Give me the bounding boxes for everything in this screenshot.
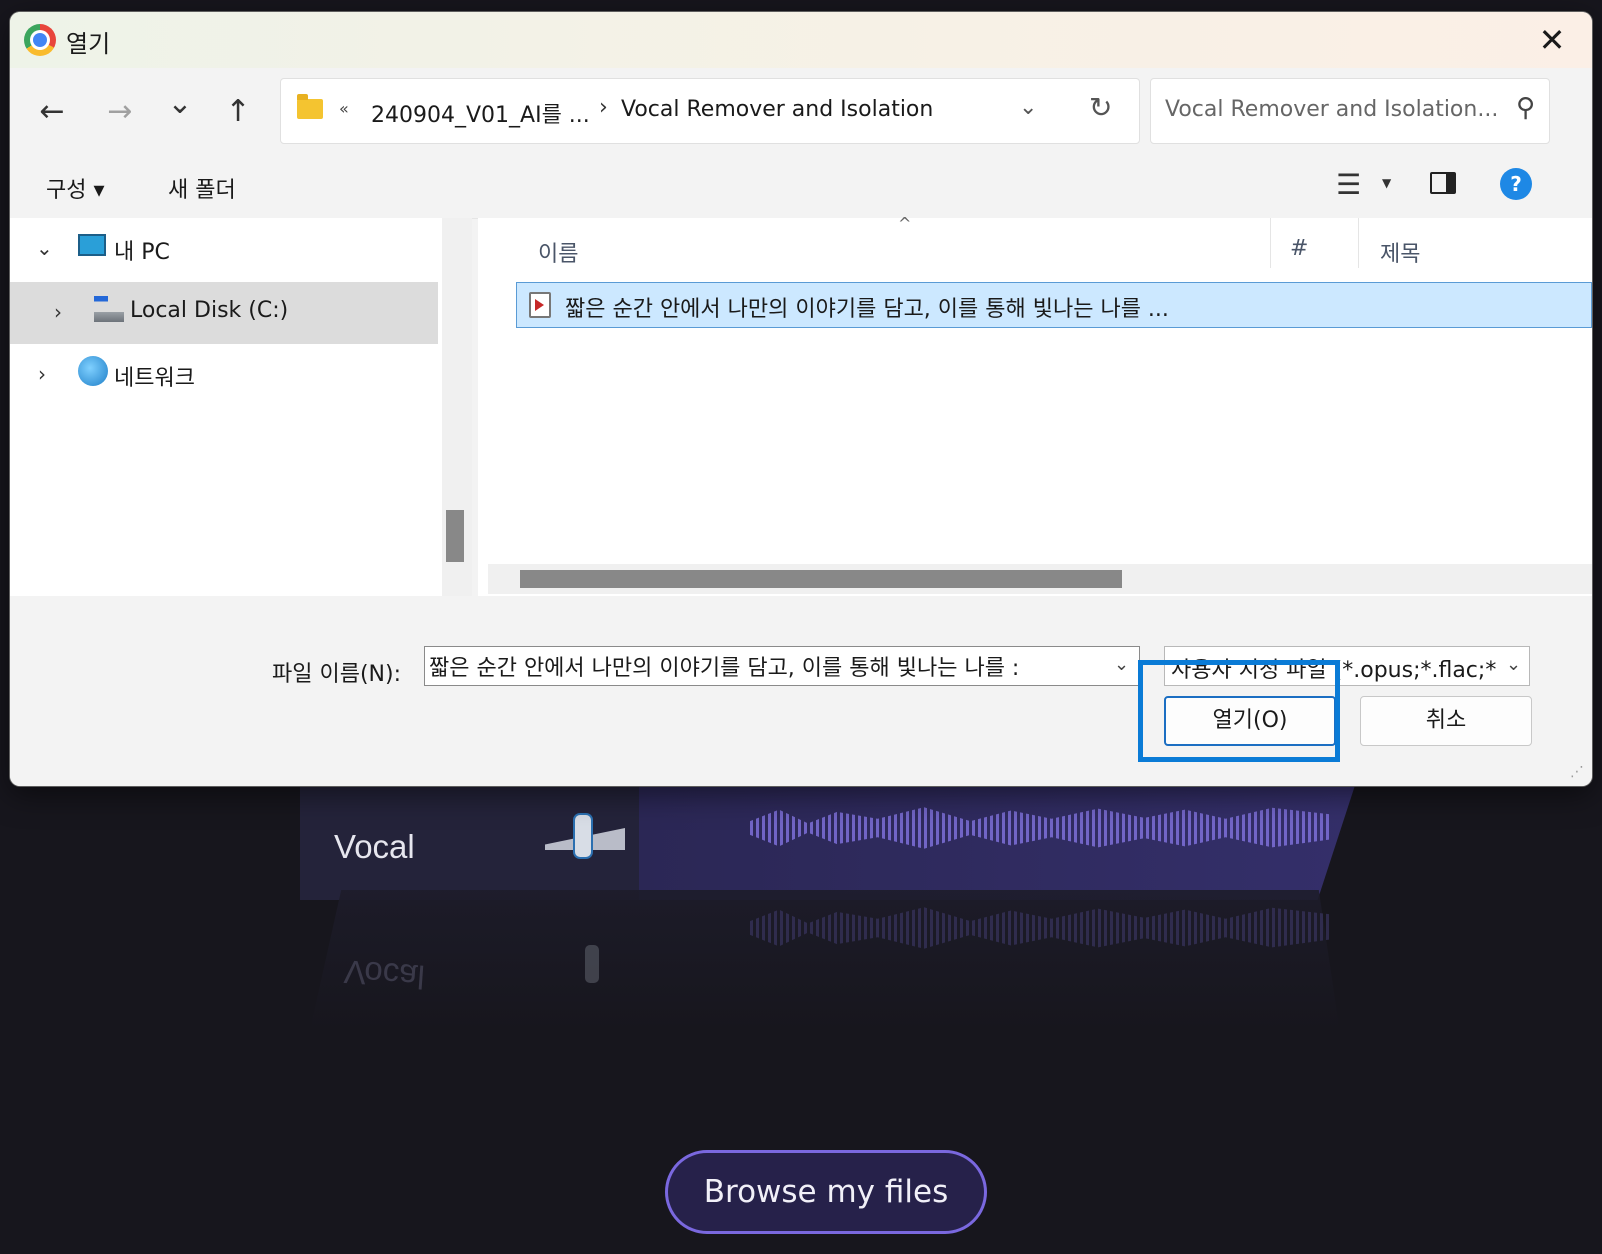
chevron-down-icon: ⌄ xyxy=(167,86,193,121)
tree-item-label: Local Disk (C:) xyxy=(130,298,289,323)
organize-button[interactable]: 구성 ▾ xyxy=(46,172,105,204)
command-bar: 구성 ▾ 새 폴더 ☰ ▼ ? xyxy=(10,156,1592,219)
breadcrumb-separator-icon[interactable]: › xyxy=(599,95,608,120)
cancel-button[interactable]: 취소 xyxy=(1360,696,1532,746)
new-folder-button[interactable]: 새 폴더 xyxy=(168,172,236,204)
forward-button[interactable]: → xyxy=(100,94,140,129)
chrome-app-icon xyxy=(24,24,56,56)
view-options-icon[interactable]: ☰ xyxy=(1336,168,1361,201)
folder-icon xyxy=(297,94,323,119)
open-button-highlight xyxy=(1138,660,1340,762)
browse-files-button[interactable]: Browse my files xyxy=(665,1150,987,1234)
file-row[interactable]: 짧은 순간 안에서 나만의 이야기를 담고, 이를 통해 빛나는 나를 ... xyxy=(516,282,1592,328)
up-button[interactable]: ↑ xyxy=(218,94,258,129)
help-icon[interactable]: ? xyxy=(1500,168,1532,200)
column-header-number[interactable]: # xyxy=(1290,236,1308,261)
chevron-right-icon[interactable]: › xyxy=(54,300,62,324)
column-header-name[interactable]: 이름 xyxy=(538,236,578,268)
file-open-dialog: 열기 ✕ ← → ⌄ ↑ « 240904_V01_AI를 ... › Voca… xyxy=(10,12,1592,786)
volume-slider-handle-reflection xyxy=(585,945,599,983)
vocal-track-label-reflection: Vocal xyxy=(342,953,426,996)
tree-item-this-pc[interactable]: ⌄ 내 PC xyxy=(10,218,438,280)
file-name: 짧은 순간 안에서 나만의 이야기를 담고, 이를 통해 빛나는 나를 ... xyxy=(565,297,1169,322)
refresh-icon[interactable]: ↻ xyxy=(1089,91,1112,124)
navigation-scrollbar-thumb[interactable] xyxy=(446,510,464,562)
file-list: ^ 이름 # 제목 짧은 순간 안에서 나만의 이야기를 담고, 이를 통해 빛… xyxy=(478,214,1592,596)
network-icon xyxy=(78,356,108,386)
navigation-bar: ← → ⌄ ↑ « 240904_V01_AI를 ... › Vocal Rem… xyxy=(10,68,1592,156)
search-box[interactable]: Vocal Remover and Isolation... ⚲ xyxy=(1150,78,1550,144)
view-dropdown-icon[interactable]: ▼ xyxy=(1382,176,1391,190)
close-icon: ✕ xyxy=(1538,21,1566,59)
resize-grip-icon[interactable]: ⋰ xyxy=(1570,764,1584,780)
arrow-up-icon: ↑ xyxy=(225,94,251,129)
chevron-right-icon[interactable]: › xyxy=(38,362,46,386)
filename-label: 파일 이름(N): xyxy=(272,662,401,687)
preview-pane-icon[interactable] xyxy=(1430,172,1456,194)
breadcrumb-segment-parent[interactable]: 240904_V01_AI를 ... xyxy=(371,97,590,129)
column-divider[interactable] xyxy=(1358,218,1359,268)
drive-icon xyxy=(94,296,124,322)
computer-icon xyxy=(78,234,106,256)
filetype-dropdown-icon[interactable]: ⌄ xyxy=(1506,654,1521,675)
back-button[interactable]: ← xyxy=(32,94,72,129)
navigation-pane: ⌄ 내 PC › Local Disk (C:) › 네트워크 xyxy=(10,218,442,596)
column-divider[interactable] xyxy=(1270,218,1271,268)
dialog-titlebar: 열기 ✕ xyxy=(10,12,1592,68)
tree-item-label: 내 PC xyxy=(114,240,170,265)
close-button[interactable]: ✕ xyxy=(1532,22,1572,58)
address-bar[interactable]: « 240904_V01_AI를 ... › Vocal Remover and… xyxy=(280,78,1140,144)
arrow-right-icon: → xyxy=(107,94,133,129)
recent-locations-button[interactable]: ⌄ xyxy=(160,86,200,121)
volume-slider-handle[interactable] xyxy=(575,815,591,857)
vocal-track-label: Vocal xyxy=(334,828,415,865)
vocal-track-reflection xyxy=(310,890,1340,1030)
file-list-hscrollbar-thumb[interactable] xyxy=(520,570,1122,588)
chevron-down-icon[interactable]: ⌄ xyxy=(36,236,53,260)
address-dropdown-icon[interactable]: ⌄ xyxy=(1019,95,1037,120)
search-input[interactable]: Vocal Remover and Isolation... xyxy=(1165,97,1498,122)
search-icon: ⚲ xyxy=(1515,93,1535,123)
dialog-footer: 파일 이름(N): 짧은 순간 안에서 나만의 이야기를 담고, 이를 통해 빛… xyxy=(10,596,1592,786)
dialog-title: 열기 xyxy=(66,30,111,58)
tree-item-local-disk[interactable]: › Local Disk (C:) xyxy=(10,282,438,344)
tree-item-label: 네트워크 xyxy=(114,366,195,391)
column-header-title[interactable]: 제목 xyxy=(1380,236,1420,268)
tree-item-network[interactable]: › 네트워크 xyxy=(10,344,438,406)
audio-file-icon xyxy=(529,292,551,318)
breadcrumb-overflow[interactable]: « xyxy=(339,99,349,118)
sort-ascending-icon: ^ xyxy=(898,214,912,233)
filename-dropdown-icon[interactable]: ⌄ xyxy=(1114,654,1129,675)
breadcrumb-segment-current[interactable]: Vocal Remover and Isolation xyxy=(621,97,933,122)
arrow-left-icon: ← xyxy=(39,94,65,129)
filename-input[interactable]: 짧은 순간 안에서 나만의 이야기를 담고, 이를 통해 빛나는 나를 : xyxy=(424,646,1140,686)
